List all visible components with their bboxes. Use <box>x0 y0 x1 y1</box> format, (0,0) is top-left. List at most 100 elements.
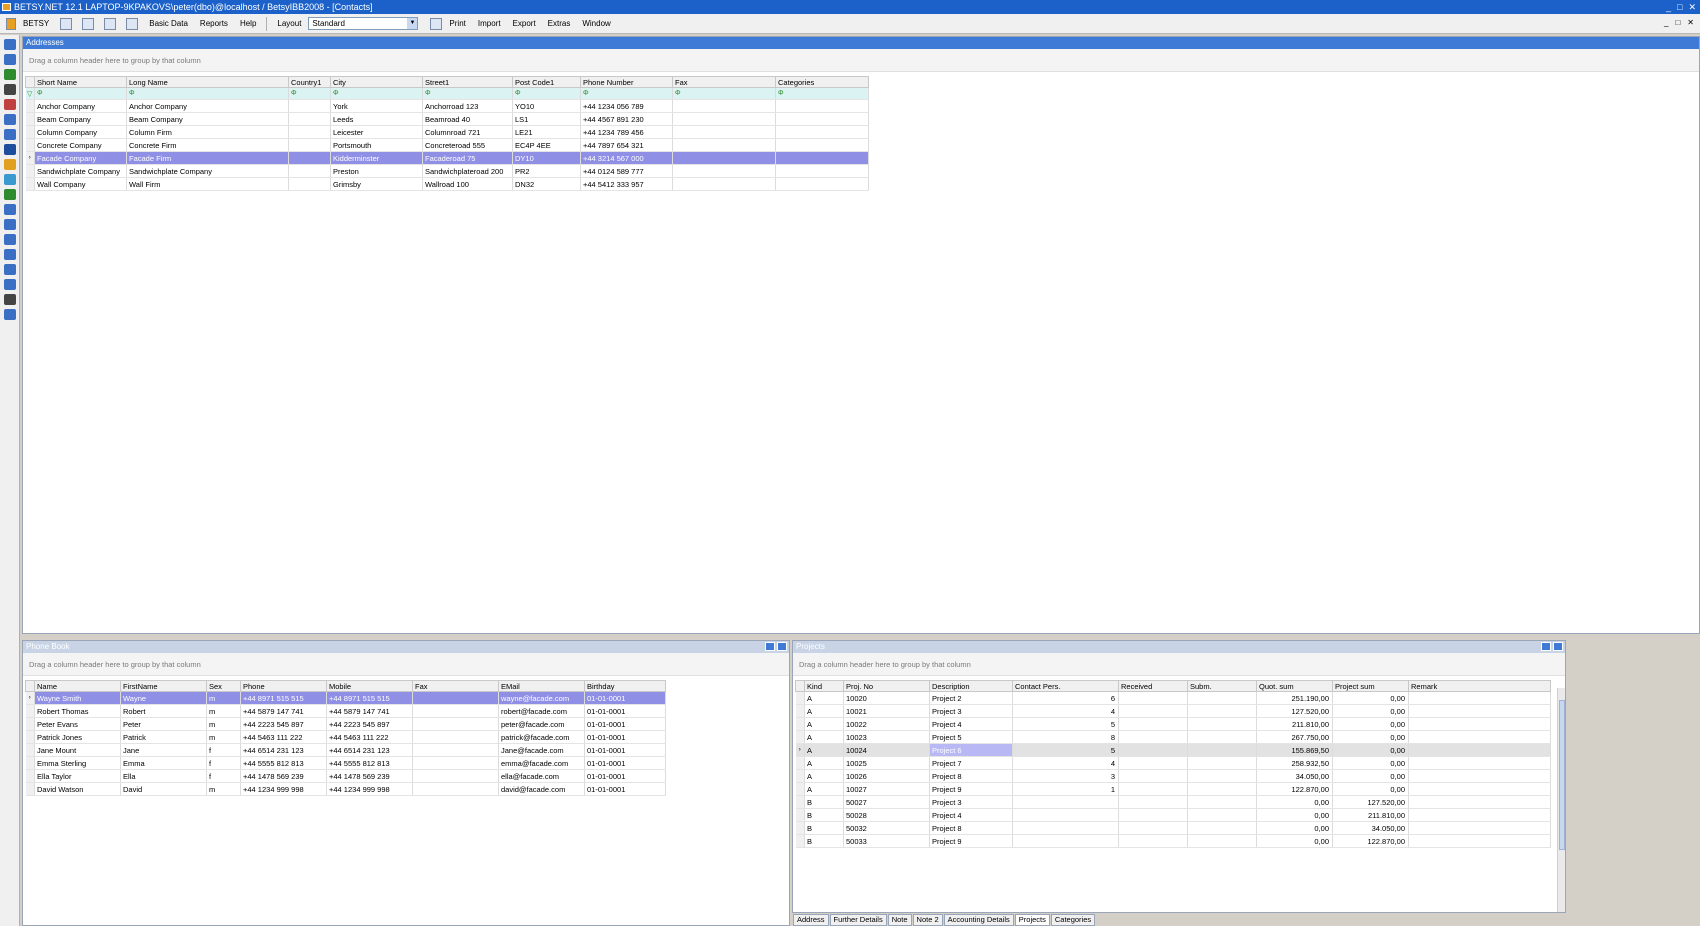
table-row[interactable]: › Facade Company Facade Firm Kidderminster F… <box>25 151 869 165</box>
column-header[interactable]: Quot. sum <box>1256 680 1333 692</box>
mdi-close-button[interactable]: ✕ <box>1687 18 1694 27</box>
row-indicator[interactable] <box>795 730 805 744</box>
column-header[interactable]: FirstName <box>120 680 207 692</box>
layout-select[interactable]: Standard ▼ <box>308 17 419 30</box>
sidebar-nav-icon[interactable] <box>4 99 16 110</box>
panel-maximize-icon[interactable] <box>765 642 775 651</box>
row-indicator[interactable] <box>25 704 35 718</box>
menu-export[interactable]: Export <box>508 19 541 28</box>
column-header[interactable]: EMail <box>498 680 585 692</box>
column-header[interactable]: Name <box>34 680 121 692</box>
column-header[interactable]: Short Name <box>34 76 127 88</box>
row-indicator[interactable] <box>795 834 805 848</box>
column-header[interactable]: Categories <box>775 76 869 88</box>
sidebar-nav-icon[interactable] <box>4 204 16 215</box>
tab-accounting-details[interactable]: Accounting Details <box>943 914 1014 926</box>
row-indicator[interactable] <box>795 795 805 809</box>
chevron-down-icon[interactable]: ▼ <box>407 18 418 29</box>
column-header[interactable]: Sex <box>206 680 241 692</box>
menu-reports[interactable]: Reports <box>195 19 233 28</box>
sidebar-nav-icon[interactable] <box>4 114 16 125</box>
table-row[interactable]: B 50027 Project 3 0,00 127.520,00 <box>795 795 1551 809</box>
table-row[interactable]: Robert Thomas Robert m +44 5879 147 741 +44 … <box>25 704 666 718</box>
column-header[interactable]: Phone Number <box>580 76 673 88</box>
row-indicator[interactable] <box>25 730 35 744</box>
sidebar-nav-icon[interactable] <box>4 234 16 245</box>
table-row[interactable]: B 50032 Project 8 0,00 34.050,00 <box>795 821 1551 835</box>
sidebar-nav-icon[interactable] <box>4 54 16 65</box>
save-icon[interactable] <box>60 17 73 30</box>
row-indicator[interactable] <box>25 138 35 152</box>
table-row[interactable]: Peter Evans Peter m +44 2223 545 897 +44 222… <box>25 717 666 731</box>
table-row[interactable]: A 10025 Project 7 4 258.932,50 0,00 <box>795 756 1551 770</box>
row-indicator[interactable]: › <box>25 151 35 165</box>
column-header[interactable]: Remark <box>1408 680 1551 692</box>
phonebook-group-area[interactable]: Drag a column header here to group by th… <box>23 653 789 676</box>
menu-betsy[interactable]: BETSY <box>18 19 54 28</box>
filter-cell[interactable]: Φ <box>775 87 869 100</box>
row-indicator[interactable] <box>795 808 805 822</box>
sidebar-nav-icon[interactable] <box>4 69 16 80</box>
column-header[interactable]: Long Name <box>126 76 289 88</box>
table-row[interactable]: David Watson David m +44 1234 999 998 +44 12… <box>25 782 666 796</box>
column-header[interactable]: Proj. No <box>843 680 930 692</box>
filter-cell[interactable]: Φ <box>34 87 127 100</box>
column-header[interactable]: Description <box>929 680 1013 692</box>
row-indicator[interactable] <box>25 112 35 126</box>
close-button[interactable]: ✕ <box>1688 0 1696 14</box>
filter-cell[interactable]: Φ <box>422 87 513 100</box>
column-header[interactable]: Birthday <box>584 680 666 692</box>
table-row[interactable]: B 50028 Project 4 0,00 211.810,00 <box>795 808 1551 822</box>
column-header[interactable]: Post Code1 <box>512 76 581 88</box>
table-row[interactable]: › A 10024 Project 6 5 155.869,50 0,00 <box>795 743 1551 757</box>
filter-cell[interactable]: Φ <box>288 87 331 100</box>
table-row[interactable]: A 10021 Project 3 4 127.520,00 0,00 <box>795 704 1551 718</box>
maximize-button[interactable]: □ <box>1677 0 1682 14</box>
panel-pin-icon[interactable] <box>777 642 787 651</box>
tab-categories[interactable]: Categories <box>1050 914 1096 926</box>
row-indicator[interactable]: › <box>795 743 805 757</box>
table-row[interactable]: Patrick Jones Patrick m +44 5463 111 222 +44… <box>25 730 666 744</box>
table-row[interactable]: A 10022 Project 4 5 211.810,00 0,00 <box>795 717 1551 731</box>
menu-import[interactable]: Import <box>473 19 506 28</box>
undo-icon[interactable] <box>104 17 117 30</box>
menu-help[interactable]: Help <box>235 19 261 28</box>
filter-cell[interactable]: Φ <box>330 87 423 100</box>
row-indicator[interactable] <box>25 99 35 113</box>
sidebar-nav-icon[interactable] <box>4 189 16 200</box>
sidebar-nav-icon[interactable] <box>4 309 16 320</box>
sidebar-nav-icon[interactable] <box>4 264 16 275</box>
row-indicator[interactable] <box>25 717 35 731</box>
table-row[interactable]: B 50033 Project 9 0,00 122.870,00 <box>795 834 1551 848</box>
row-indicator[interactable] <box>25 743 35 757</box>
row-indicator[interactable] <box>795 717 805 731</box>
printer-icon[interactable] <box>430 17 443 30</box>
column-header[interactable]: Fax <box>672 76 776 88</box>
column-header[interactable]: Fax <box>412 680 499 692</box>
addresses-group-area[interactable]: Drag a column header here to group by th… <box>23 49 1699 72</box>
column-header[interactable]: Subm. <box>1187 680 1257 692</box>
filter-cell[interactable]: Φ <box>580 87 673 100</box>
tab-further-details[interactable]: Further Details <box>829 914 887 926</box>
sidebar-nav-icon[interactable] <box>4 174 16 185</box>
column-header[interactable]: Contact Pers. <box>1012 680 1119 692</box>
table-row[interactable]: Anchor Company Anchor Company York Anchorro… <box>25 99 869 113</box>
table-row[interactable]: Sandwichplate Company Sandwichplate Compa… <box>25 164 869 178</box>
filter-icon[interactable]: ▽ <box>25 87 35 100</box>
sidebar-nav-icon[interactable] <box>4 144 16 155</box>
row-indicator[interactable] <box>25 756 35 770</box>
menu-print[interactable]: Print <box>444 19 470 28</box>
menu-layout[interactable]: Layout <box>272 19 306 28</box>
tab-address[interactable]: Address <box>793 914 829 926</box>
sidebar-nav-icon[interactable] <box>4 219 16 230</box>
projects-group-area[interactable]: Drag a column header here to group by th… <box>793 653 1565 676</box>
row-indicator[interactable] <box>25 164 35 178</box>
table-row[interactable]: A 10027 Project 9 1 122.870,00 0,00 <box>795 782 1551 796</box>
scrollbar-thumb[interactable] <box>1559 700 1565 850</box>
sidebar-nav-icon[interactable] <box>4 294 16 305</box>
sidebar-nav-icon[interactable] <box>4 279 16 290</box>
projects-scrollbar[interactable] <box>1557 688 1565 912</box>
sidebar-nav-icon[interactable] <box>4 249 16 260</box>
table-row[interactable]: › Wayne Smith Wayne m +44 8971 515 515 +44 89… <box>25 691 666 705</box>
table-row[interactable]: A 10023 Project 5 8 267.750,00 0,00 <box>795 730 1551 744</box>
